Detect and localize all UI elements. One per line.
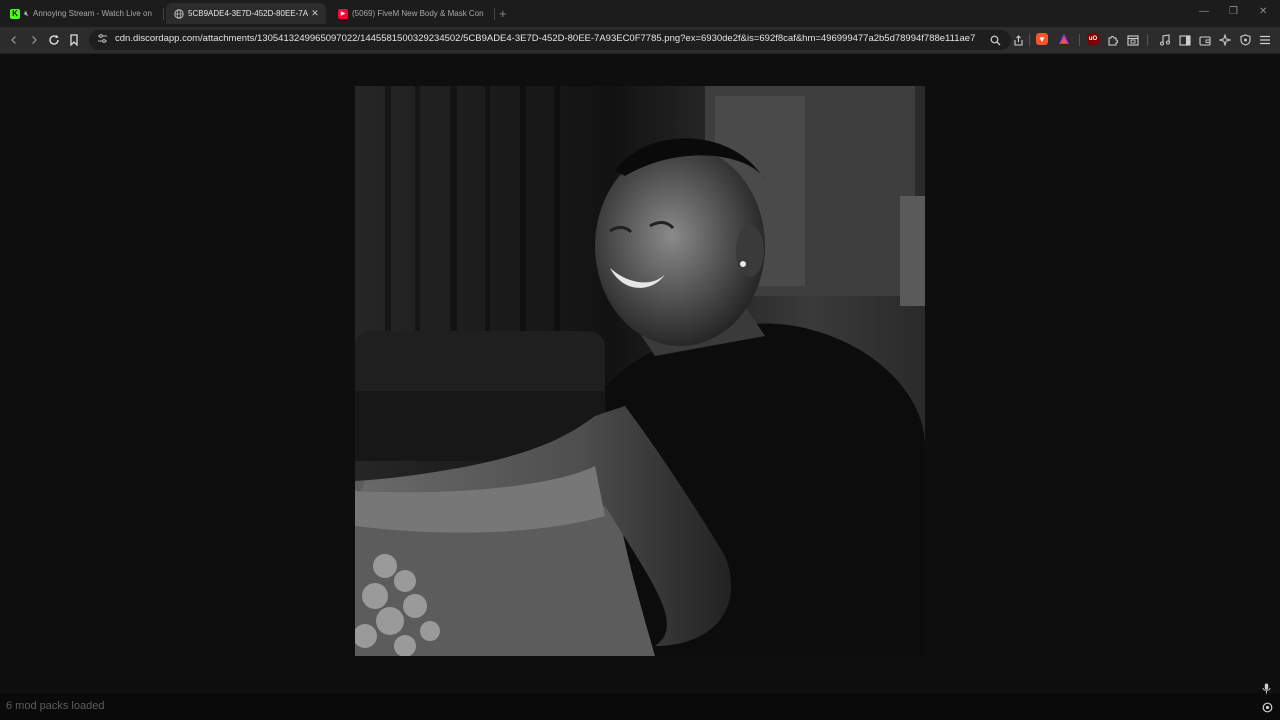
minimize-button[interactable]: — bbox=[1199, 6, 1209, 17]
tab-strip: K 🔇︎ Annoying Stream - Watch Live on 5CB… bbox=[0, 0, 1280, 27]
zoom-icon[interactable] bbox=[986, 31, 1004, 49]
microphone-icon[interactable] bbox=[1262, 683, 1271, 697]
close-tab-icon[interactable]: ✕ bbox=[308, 8, 322, 19]
media-icon[interactable] bbox=[1156, 31, 1174, 49]
tab-title: 5CB9ADE4-3E7D-452D-80EE-7A bbox=[188, 9, 308, 18]
muted-speaker-icon[interactable]: 🔇︎ bbox=[24, 9, 29, 19]
tab-divider bbox=[494, 8, 495, 20]
portrait-photo bbox=[355, 86, 925, 656]
tab-search-icon[interactable] bbox=[1124, 31, 1142, 49]
brave-rewards-icon[interactable] bbox=[1058, 33, 1070, 45]
menu-icon[interactable] bbox=[1256, 31, 1274, 49]
displayed-image[interactable] bbox=[355, 86, 925, 656]
restore-button[interactable]: ❐ bbox=[1229, 6, 1238, 17]
window-close-button[interactable]: ✕ bbox=[1259, 6, 1267, 17]
toolbar-divider bbox=[1147, 34, 1148, 46]
tab-image-active[interactable]: 5CB9ADE4-3E7D-452D-80EE-7A ✕ bbox=[166, 3, 326, 24]
globe-icon bbox=[174, 8, 184, 19]
bottom-bar bbox=[0, 693, 1280, 720]
ublock-icon[interactable]: uO bbox=[1087, 33, 1099, 45]
tab-divider bbox=[163, 8, 164, 20]
url-text[interactable]: cdn.discordapp.com/attachments/130541324… bbox=[115, 33, 975, 44]
address-bar[interactable]: cdn.discordapp.com/attachments/130541324… bbox=[89, 30, 1011, 50]
youtube-icon: ▶ bbox=[338, 8, 348, 19]
navigation-toolbar: cdn.discordapp.com/attachments/130541324… bbox=[0, 27, 1280, 54]
brave-shields-icon[interactable]: ▼ bbox=[1036, 33, 1048, 45]
tab-title: (5069) FiveM New Body & Mask Con bbox=[352, 9, 484, 18]
toolbar-divider bbox=[1029, 34, 1030, 46]
new-tab-button[interactable]: + bbox=[499, 6, 507, 21]
status-text: 6 mod packs loaded bbox=[6, 700, 105, 712]
tab-title: Annoying Stream - Watch Live on bbox=[33, 9, 152, 18]
site-info-icon[interactable] bbox=[97, 33, 108, 47]
reload-icon[interactable] bbox=[45, 31, 63, 49]
bookmark-icon[interactable] bbox=[65, 31, 83, 49]
extensions-icon[interactable] bbox=[1104, 31, 1122, 49]
forward-icon[interactable] bbox=[25, 31, 43, 49]
back-icon[interactable] bbox=[5, 31, 23, 49]
leo-ai-icon[interactable] bbox=[1216, 31, 1234, 49]
wallet-icon[interactable] bbox=[1196, 31, 1214, 49]
kick-logo-icon: K bbox=[10, 8, 20, 19]
share-icon[interactable] bbox=[1009, 31, 1027, 49]
tab-youtube[interactable]: ▶ (5069) FiveM New Body & Mask Con bbox=[330, 3, 492, 24]
sidebar-icon[interactable] bbox=[1176, 31, 1194, 49]
toolbar-divider bbox=[1079, 34, 1080, 46]
tab-kick-stream[interactable]: K 🔇︎ Annoying Stream - Watch Live on bbox=[2, 3, 160, 24]
settings-gear-icon[interactable] bbox=[1262, 702, 1273, 716]
vpn-icon[interactable] bbox=[1236, 31, 1254, 49]
